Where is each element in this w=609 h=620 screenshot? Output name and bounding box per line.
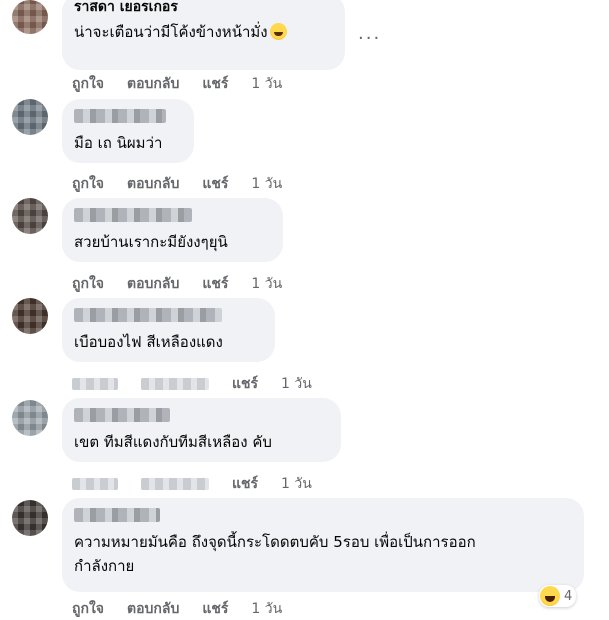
comment-text: เบือบองไฟ สีเหลืองแดง [74, 333, 223, 351]
share-button[interactable]: แชร์ [202, 173, 228, 195]
comment-timestamp[interactable]: 1 วัน [251, 73, 282, 95]
comment-timestamp[interactable]: 1 วัน [281, 473, 312, 495]
comment-bubble: ราสิดา เยอรเกอร น่าจะเตือนว่ามีโค้งข้างห… [62, 0, 345, 70]
comment-text: มือ เถ นิผมว่า [74, 134, 163, 152]
comment-actions: ถูกใจ ตอบกลับ แชร์ 1 วัน [72, 73, 282, 95]
grinning-face-emoji-icon [269, 23, 287, 40]
comment-text: ความหมายมันคือ ถึงจุดนี้กระโดดตบคับ 5รอบ… [74, 530, 572, 578]
avatar[interactable] [12, 99, 48, 135]
comment-actions: แชร์ 1 วัน [72, 373, 312, 395]
comment-bubble: ความหมายมันคือ ถึงจุดนี้กระโดดตบคับ 5รอบ… [62, 498, 584, 592]
comment-author-redacted[interactable] [74, 208, 192, 222]
comment-text: สวยบ้านเรากะมียังงๆยุนิ [74, 233, 228, 251]
avatar[interactable] [12, 400, 48, 436]
comment-bubble: สวยบ้านเรากะมียังงๆยุนิ [62, 198, 283, 262]
like-button[interactable]: ถูกใจ [72, 173, 104, 195]
comment-actions: แชร์ 1 วัน [72, 473, 312, 495]
reply-button[interactable]: ตอบกลับ [127, 173, 179, 195]
comment-author-redacted[interactable] [74, 308, 222, 322]
share-button[interactable]: แชร์ [202, 73, 228, 95]
haha-emoji-icon [540, 586, 560, 606]
comment-text: น่าจะเตือนว่ามีโค้งข้างหน้ามั่ง [74, 20, 333, 44]
like-button-redacted[interactable] [72, 378, 118, 390]
like-button[interactable]: ถูกใจ [72, 73, 104, 95]
comment-timestamp[interactable]: 1 วัน [281, 373, 312, 395]
comment-author-redacted[interactable] [74, 109, 166, 123]
comment-text-line-2: กำลังกาย [74, 557, 135, 575]
share-button[interactable]: แชร์ [232, 373, 258, 395]
more-options-icon[interactable]: ··· [358, 28, 381, 49]
reply-button-redacted[interactable] [141, 378, 209, 390]
like-button[interactable]: ถูกใจ [72, 273, 104, 295]
comment-bubble: เขต ทีมสีแดงกับทีมสีเหลือง คับ [62, 398, 341, 462]
comment-author-redacted[interactable] [74, 508, 160, 522]
reaction-count: 4 [564, 588, 573, 604]
like-button-redacted[interactable] [72, 478, 118, 490]
avatar[interactable] [12, 0, 48, 34]
comment-timestamp[interactable]: 1 วัน [251, 173, 282, 195]
reply-button[interactable]: ตอบกลับ [127, 73, 179, 95]
reaction-summary[interactable]: 4 [539, 585, 577, 607]
comment-author-redacted[interactable] [74, 408, 170, 422]
avatar[interactable] [12, 198, 48, 234]
comment-timestamp[interactable]: 1 วัน [251, 273, 282, 295]
comment-text: เขต ทีมสีแดงกับทีมสีเหลือง คับ [74, 433, 272, 451]
comment-bubble: เบือบองไฟ สีเหลืองแดง [62, 298, 275, 362]
reply-button-redacted[interactable] [141, 478, 209, 490]
comment-text-line-1: ความหมายมันคือ ถึงจุดนี้กระโดดตบคับ 5รอบ… [74, 533, 476, 551]
comment-actions: ถูกใจ ตอบกลับ แชร์ 1 วัน [72, 173, 282, 195]
avatar[interactable] [12, 500, 48, 536]
comment-author[interactable]: ราสิดา เยอรเกอร [74, 2, 333, 16]
avatar[interactable] [12, 298, 48, 334]
share-button[interactable]: แชร์ [202, 273, 228, 295]
comment-actions: ถูกใจ ตอบกลับ แชร์ 1 วัน [72, 273, 282, 295]
share-button[interactable]: แชร์ [232, 473, 258, 495]
comment-bubble: มือ เถ นิผมว่า [62, 99, 194, 163]
reply-button[interactable]: ตอบกลับ [127, 273, 179, 295]
